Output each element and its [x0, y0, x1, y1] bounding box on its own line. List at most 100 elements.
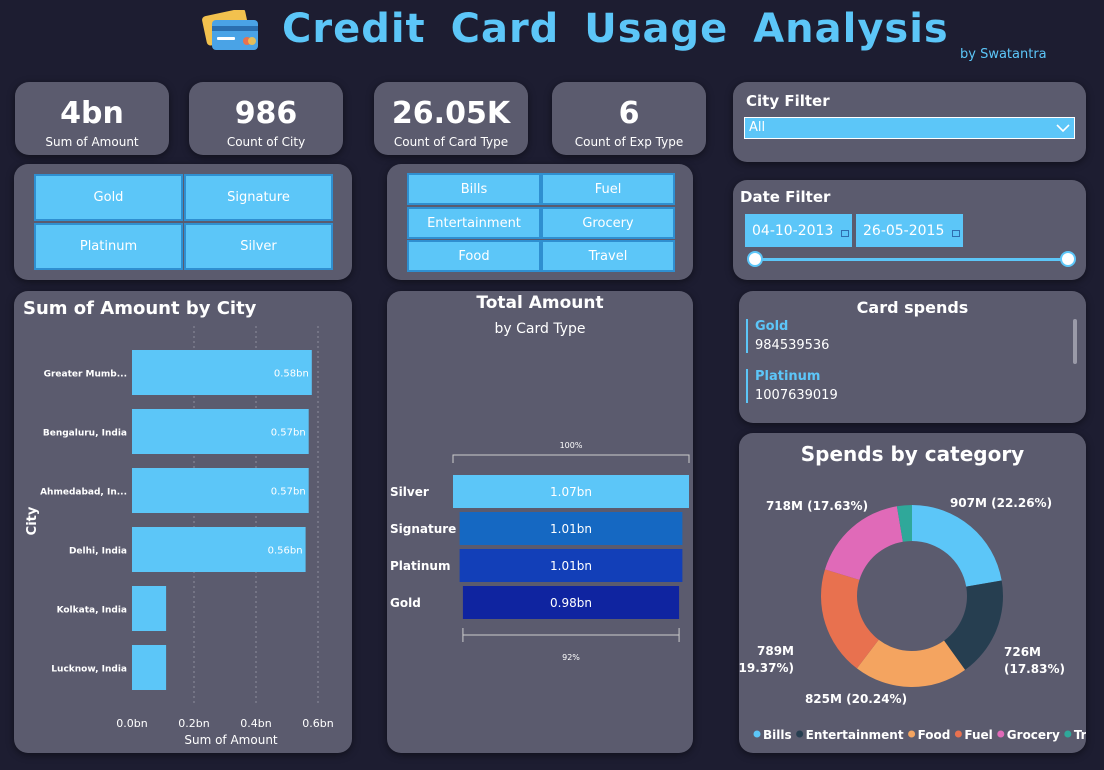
card-spends-item: Gold 984539536 — [746, 319, 1085, 353]
city-filter-dropdown[interactable]: All — [744, 117, 1075, 139]
card-spends-title: Card spends — [856, 298, 969, 317]
bar-data-label: 0.58bn — [274, 369, 309, 380]
date-range-slider-track[interactable] — [755, 258, 1069, 261]
start-date-value: 04-10-2013 — [752, 223, 834, 239]
kpi-card-count-card-type: 26.05K Count of Card Type — [374, 82, 528, 155]
spends-donut-chart: 907M (22.26%) 726M (17.83%) 825M (20.24%) 78… — [739, 496, 1086, 742]
legend-marker — [1064, 730, 1072, 738]
legend-marker — [908, 730, 916, 738]
slicer-button-gold[interactable]: Gold — [34, 174, 183, 221]
kpi-label: Sum of Amount — [45, 135, 139, 149]
donut-data-label: (19.37%) — [739, 661, 794, 675]
funnel-data-label: 1.01bn — [550, 522, 592, 536]
slicer-button-platinum[interactable]: Platinum — [34, 223, 183, 270]
funnel-category-label: Platinum — [390, 559, 450, 573]
legend-marker — [997, 730, 1005, 738]
legend-label: Bills — [763, 728, 792, 742]
donut-data-label: 825M (20.24%) — [805, 692, 907, 706]
slicer-button-silver[interactable]: Silver — [184, 223, 333, 270]
date-filter-title: Date Filter — [740, 188, 831, 206]
legend-label: Fuel — [964, 728, 992, 742]
chevron-down-icon — [1056, 124, 1070, 133]
y-tick-label: Delhi, India — [69, 547, 127, 557]
x-tick-label: 0.0bn — [116, 717, 147, 730]
slicer-button-food[interactable]: Food — [407, 240, 541, 272]
donut-slice — [824, 506, 903, 580]
end-date-input[interactable]: 26-05-2015 — [856, 214, 963, 247]
kpi-label: Count of City — [226, 135, 306, 149]
funnel-top-percent: 100% — [560, 441, 583, 450]
city-filter-title: City Filter — [746, 92, 830, 110]
credit-card-icon — [202, 8, 260, 56]
city-filter-value: All — [749, 120, 766, 135]
start-date-input[interactable]: 04-10-2013 — [745, 214, 852, 247]
slicer-button-grocery[interactable]: Grocery — [541, 207, 675, 239]
calendar-icon[interactable] — [841, 230, 849, 237]
kpi-card-sum-amount: 4bn Sum of Amount — [15, 82, 169, 155]
card-spends-amount: 1007639019 — [755, 388, 838, 403]
x-tick-label: 0.6bn — [302, 717, 333, 730]
x-axis-title: Sum of Amount — [184, 733, 278, 747]
donut-data-label: 726M — [1004, 645, 1041, 659]
card-spends-item: Platinum 1007639019 — [746, 369, 1085, 403]
donut-data-label: 907M (22.26%) — [950, 496, 1052, 510]
slicer-button-travel[interactable]: Travel — [541, 240, 675, 272]
city-bar — [132, 586, 167, 631]
bar-data-label: 0.56bn — [268, 546, 303, 557]
slicer-button-fuel[interactable]: Fuel — [541, 173, 675, 205]
x-tick-label: 0.2bn — [178, 717, 209, 730]
bar-data-label: 0.57bn — [271, 428, 306, 439]
funnel-category-label: Gold — [390, 596, 421, 610]
x-tick-label: 0.4bn — [240, 717, 271, 730]
calendar-icon[interactable] — [952, 230, 960, 237]
funnel-top-bracket — [452, 454, 690, 463]
kpi-card-count-exp-type: 6 Count of Exp Type — [552, 82, 706, 155]
slicer-button-bills[interactable]: Bills — [407, 173, 541, 205]
page-title: Credit Card Usage Analysis — [282, 6, 949, 52]
funnel-data-label: 1.01bn — [550, 559, 592, 573]
slicer-button-signature[interactable]: Signature — [184, 174, 333, 221]
donut-data-label: (17.83%) — [1004, 662, 1065, 676]
bar-data-label: 0.57bn — [271, 487, 306, 498]
legend-label: Entertainment — [806, 728, 904, 742]
date-range-end-handle[interactable] — [1060, 251, 1076, 267]
donut-slice — [912, 505, 1002, 587]
end-date-value: 26-05-2015 — [863, 223, 945, 239]
y-tick-label: Kolkata, India — [57, 606, 127, 616]
author-byline: by Swatantra — [960, 47, 1047, 62]
card-spends-category: Platinum — [755, 369, 821, 384]
legend-label: Food — [918, 728, 951, 742]
y-tick-label: Ahmedabad, In... — [40, 488, 127, 498]
card-spends-scrollbar[interactable] — [1073, 319, 1077, 364]
kpi-label: Count of Card Type — [393, 135, 509, 149]
funnel-category-label: Signature — [390, 522, 456, 536]
kpi-value: 4bn — [60, 96, 124, 131]
city-bar — [132, 645, 167, 690]
kpi-card-count-city: 986 Count of City — [189, 82, 343, 155]
card-type-funnel-chart: 100% 1.07bn Silver 1.01bn Signature 1.01bn Pla… — [390, 441, 690, 662]
slicer-button-entertainment[interactable]: Entertainment — [407, 207, 541, 239]
donut-data-label: 718M (17.63%) — [766, 499, 868, 513]
funnel-category-label: Silver — [390, 485, 429, 499]
y-tick-label: Lucknow, India — [51, 665, 127, 675]
city-bar-chart: 0.0bn 0.2bn 0.4bn 0.6bn Greater Mumb... 0.58b… — [25, 326, 334, 747]
legend-marker — [796, 730, 804, 738]
y-axis-title: City — [25, 506, 40, 535]
funnel-data-label: 1.07bn — [550, 485, 592, 499]
funnel-bottom-bracket — [462, 628, 680, 642]
kpi-value: 6 — [618, 96, 640, 131]
kpi-label: Count of Exp Type — [574, 135, 684, 149]
legend-label: Travel — [1074, 728, 1086, 742]
funnel-bottom-percent: 92% — [562, 653, 580, 662]
funnel-data-label: 0.98bn — [550, 596, 592, 610]
donut-data-label: 789M — [757, 644, 794, 658]
legend-label: Grocery — [1007, 728, 1060, 742]
legend-marker — [753, 730, 761, 738]
card-spends-amount: 984539536 — [755, 338, 830, 353]
kpi-value: 986 — [234, 96, 298, 131]
kpi-value: 26.05K — [391, 96, 511, 131]
card-spends-category: Gold — [755, 319, 789, 334]
legend-marker — [954, 730, 962, 738]
date-range-start-handle[interactable] — [747, 251, 763, 267]
y-tick-label: Bengaluru, India — [43, 429, 127, 439]
